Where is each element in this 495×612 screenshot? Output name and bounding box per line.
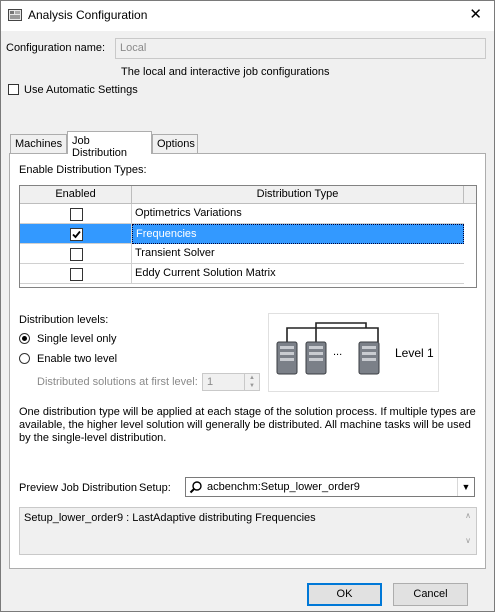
tab-job-distribution[interactable]: Job Distribution: [67, 131, 152, 159]
tab-machines[interactable]: Machines: [10, 134, 67, 154]
tab-options-label: Options: [157, 138, 195, 150]
server-icon: [305, 341, 327, 375]
first-level-spinner[interactable]: 1 ▲ ▼: [202, 373, 260, 391]
cancel-button[interactable]: Cancel: [393, 583, 468, 606]
two-level-radio[interactable]: [19, 353, 30, 364]
setup-label: Setup:: [139, 482, 171, 494]
title-bar: Analysis Configuration ✕: [1, 1, 494, 31]
magnifier-icon: [189, 481, 202, 494]
enabled-cell: [20, 204, 132, 224]
configuration-name-field[interactable]: Local: [115, 38, 486, 59]
distribution-level-diagram: ... Level 1: [268, 313, 439, 392]
preview-result-box[interactable]: Setup_lower_order9 : LastAdaptive distri…: [19, 507, 477, 555]
spin-down-icon[interactable]: ▼: [244, 382, 259, 390]
diagram-level-label: Level 1: [395, 346, 434, 360]
single-level-label: Single level only: [37, 333, 117, 345]
single-level-radio[interactable]: [19, 333, 30, 344]
setup-select-value: acbenchm:Setup_lower_order9: [207, 481, 360, 493]
distribution-type-cell: Frequencies: [132, 224, 464, 244]
app-window-icon: [8, 9, 22, 21]
tab-options[interactable]: Options: [152, 134, 198, 154]
server-icon: [358, 341, 380, 375]
enable-distribution-types-label: Enable Distribution Types:: [19, 164, 147, 176]
enabled-cell: [20, 264, 132, 284]
server-icon: [276, 341, 298, 375]
analysis-configuration-dialog: Analysis Configuration ✕ Configuration n…: [0, 0, 495, 612]
table-row[interactable]: Optimetrics Variations: [20, 204, 464, 224]
enabled-checkbox[interactable]: [70, 268, 83, 281]
table-row[interactable]: Transient Solver: [20, 244, 464, 264]
table-row[interactable]: Eddy Current Solution Matrix: [20, 264, 464, 284]
preview-job-distribution-label: Preview Job Distribution: [19, 482, 137, 494]
diagram-ellipsis: ...: [333, 346, 343, 358]
spin-up-icon[interactable]: ▲: [244, 374, 259, 382]
distribution-levels-label: Distribution levels:: [19, 314, 109, 326]
scroll-down-icon[interactable]: ∨: [461, 536, 475, 545]
distribution-info-text: One distribution type will be applied at…: [19, 406, 476, 444]
configuration-name-label: Configuration name:: [6, 42, 106, 54]
ok-button[interactable]: OK: [307, 583, 382, 606]
scroll-up-icon[interactable]: ∧: [461, 511, 475, 520]
setup-select[interactable]: acbenchm:Setup_lower_order9 ▼: [185, 477, 475, 497]
use-automatic-settings-label: Use Automatic Settings: [24, 84, 138, 96]
window-title: Analysis Configuration: [28, 8, 148, 22]
tab-job-distribution-label: Job Distribution: [72, 135, 128, 159]
distribution-types-grid: Enabled Distribution Type Optimetrics Va…: [19, 185, 477, 288]
configuration-description: The local and interactive job configurat…: [121, 66, 330, 78]
first-level-value: 1: [207, 376, 214, 388]
distribution-type-cell: Eddy Current Solution Matrix: [132, 264, 464, 284]
column-header-filler: [464, 186, 476, 204]
distribution-type-cell: Transient Solver: [132, 244, 464, 264]
enabled-checkbox[interactable]: [70, 248, 83, 261]
preview-scrollbar[interactable]: ∧ ∨: [461, 509, 475, 553]
preview-result-text: Setup_lower_order9 : LastAdaptive distri…: [24, 512, 316, 524]
checkmark-icon: [72, 230, 81, 239]
enabled-cell: [20, 244, 132, 264]
use-automatic-settings-checkbox[interactable]: [8, 84, 19, 95]
first-level-label: Distributed solutions at first level:: [37, 376, 198, 388]
tab-machines-label: Machines: [15, 138, 63, 150]
table-row[interactable]: Frequencies: [20, 224, 464, 244]
column-header-enabled[interactable]: Enabled: [20, 186, 132, 204]
two-level-label: Enable two level: [37, 353, 118, 365]
enabled-checkbox[interactable]: [70, 228, 83, 241]
close-icon[interactable]: ✕: [469, 6, 482, 23]
configuration-name-value: Local: [120, 42, 147, 54]
column-header-distribution-type[interactable]: Distribution Type: [132, 186, 464, 204]
enabled-cell: [20, 224, 132, 244]
chevron-down-icon[interactable]: ▼: [457, 478, 474, 496]
enabled-checkbox[interactable]: [70, 208, 83, 221]
distribution-type-cell: Optimetrics Variations: [132, 204, 464, 224]
